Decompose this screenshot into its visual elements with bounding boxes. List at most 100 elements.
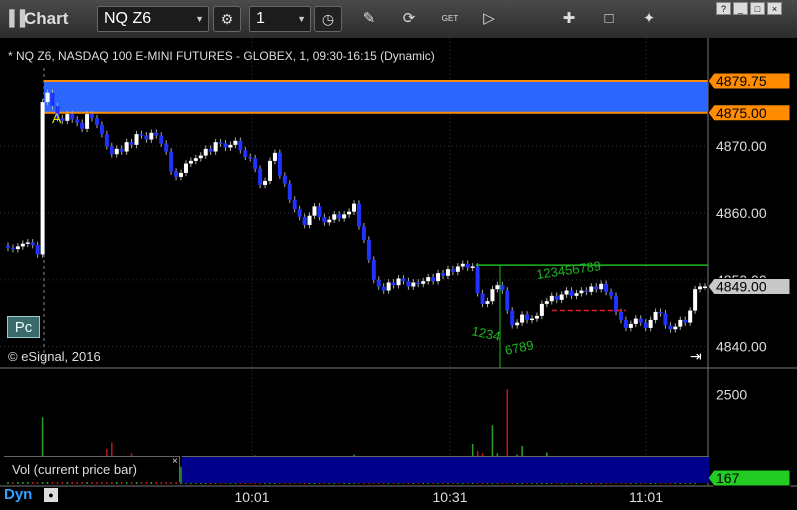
candle-body — [500, 285, 505, 291]
interval-dropdown[interactable]: 1 ▼ — [249, 6, 311, 32]
pencil-icon[interactable]: ✎ — [356, 6, 382, 32]
candle-body — [544, 301, 549, 304]
candle-body — [317, 206, 322, 218]
candle-body — [243, 150, 248, 157]
candle-body — [638, 318, 643, 323]
candle-body — [213, 142, 218, 152]
candle-body — [238, 140, 243, 151]
scroll-to-end-icon[interactable]: ⇥ — [690, 349, 702, 365]
candle-body — [396, 278, 401, 286]
candle-body — [703, 286, 707, 288]
band-low-tag: 4875.00 — [716, 105, 767, 121]
time-button[interactable]: ◷ — [314, 6, 342, 32]
candle-body — [431, 277, 436, 282]
candle-body — [272, 152, 277, 161]
candle-body — [668, 325, 673, 330]
candle-body — [539, 303, 544, 316]
toolbar: ▐▐ Chart NQ Z6 ▼ ⚙ 1 ▼ ◷ ✎ ⟳ GET ▷ ✚ □ ✦ ?… — [0, 0, 797, 39]
candle-body — [337, 214, 342, 219]
settings-button[interactable]: ⚙ — [213, 6, 241, 32]
get-icon[interactable]: GET — [437, 6, 463, 32]
candle-body — [381, 286, 386, 291]
candle-body — [663, 313, 668, 326]
close-icon[interactable]: × — [172, 456, 178, 467]
price-chart-svg[interactable]: * NQ Z6, NASDAQ 100 E-MINI FUTURES - GLO… — [0, 38, 797, 510]
candle-body — [174, 171, 179, 177]
price-tick-label: 4870.00 — [716, 138, 767, 154]
help-button[interactable]: ? — [716, 2, 731, 15]
candle-body — [658, 311, 663, 314]
candle-body — [149, 132, 154, 140]
pc-button[interactable]: Pc — [7, 316, 40, 338]
candle-body — [169, 151, 174, 172]
pin-icon[interactable]: ✚ — [556, 6, 582, 32]
candle-body — [633, 318, 638, 324]
candle-body — [139, 134, 144, 136]
candle-body — [589, 286, 594, 292]
candle-body — [401, 278, 406, 282]
candle-body — [25, 242, 30, 244]
candle-body — [594, 286, 599, 290]
marker-a: A — [52, 110, 62, 126]
candle-body — [559, 294, 564, 300]
symbol-dropdown[interactable]: NQ Z6 ▼ — [97, 6, 209, 32]
candle-body — [485, 301, 490, 304]
candle-body — [203, 148, 208, 156]
candle-body — [198, 155, 203, 159]
candle-body — [678, 319, 683, 327]
interval-value: 1 — [256, 10, 265, 27]
candle-body — [282, 175, 287, 184]
candle-body — [218, 142, 223, 144]
candle-body — [406, 281, 411, 287]
candle-body — [99, 124, 104, 135]
minimize-button[interactable]: _ — [733, 2, 748, 15]
candle-body — [322, 217, 327, 223]
maximize-button[interactable]: □ — [750, 2, 765, 15]
candle-body — [609, 291, 614, 296]
candle-body — [90, 114, 95, 119]
candle-body — [258, 168, 263, 185]
last-price-tag: 4849.00 — [716, 279, 767, 295]
play-icon[interactable]: ▷ — [476, 6, 502, 32]
dyn-label[interactable]: Dyn — [0, 484, 32, 510]
candle-body — [94, 118, 99, 125]
symbol-value: NQ Z6 — [104, 10, 152, 27]
candle-body — [277, 152, 282, 176]
candle-body — [470, 266, 475, 268]
clock-icon: ◷ — [321, 11, 335, 27]
candle-body — [307, 215, 312, 226]
time-tick-label: 11:01 — [629, 489, 663, 505]
candle-body — [549, 295, 554, 302]
candle-body — [441, 273, 446, 276]
candle-body — [648, 319, 653, 328]
candle-body — [614, 295, 619, 312]
candle-body — [693, 289, 698, 311]
candle-body — [312, 206, 317, 216]
candle-body — [129, 142, 134, 145]
volume-tick-label: 2500 — [716, 386, 747, 402]
candle-body — [673, 326, 678, 330]
time-tick-label: 10:31 — [432, 489, 467, 505]
candle-body — [520, 314, 525, 323]
last-volume-tag: 167 — [716, 470, 740, 486]
settings-icon: ⚙ — [220, 11, 234, 27]
twitter-icon[interactable]: ✦ — [636, 6, 662, 32]
candle-body — [426, 277, 431, 282]
candle-body — [584, 290, 589, 293]
comment-icon[interactable]: □ — [596, 6, 622, 32]
lock-icon[interactable]: ● — [44, 488, 58, 502]
candle-body — [179, 172, 184, 177]
candle-body — [599, 283, 604, 290]
candle-body — [391, 282, 396, 286]
candle-body — [618, 311, 623, 320]
chart-area[interactable]: * NQ Z6, NASDAQ 100 E-MINI FUTURES - GLO… — [0, 38, 797, 510]
candle-body — [445, 269, 450, 276]
volume-study-label[interactable]: Vol (current price bar) — [4, 456, 180, 482]
candle-body — [515, 322, 520, 326]
close-button[interactable]: × — [767, 2, 782, 15]
candle-body — [421, 281, 426, 284]
refresh-icon[interactable]: ⟳ — [396, 6, 422, 32]
candle-body — [50, 92, 55, 107]
time-tick-label: 10:01 — [234, 489, 269, 505]
candle-body — [455, 266, 460, 272]
